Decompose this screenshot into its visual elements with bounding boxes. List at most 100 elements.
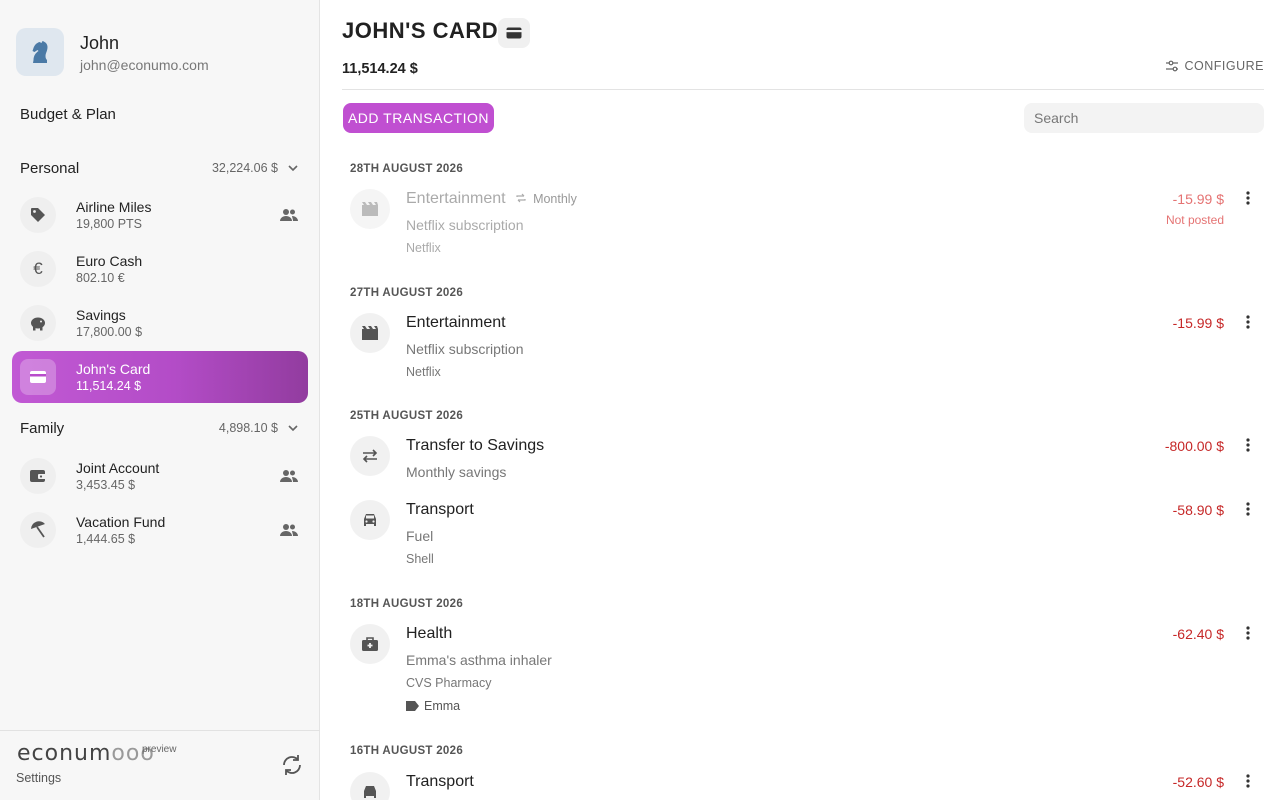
account-balance: 17,800.00 $ xyxy=(76,324,143,339)
account-name: Euro Cash xyxy=(76,252,143,269)
account-balance: 11,514.24 $ xyxy=(342,61,418,77)
transaction-amount: -15.99 $ xyxy=(1172,315,1224,331)
transaction-tag: Emma xyxy=(406,699,460,713)
divider xyxy=(342,89,1264,90)
transaction-row[interactable]: Transfer to Savings Monthly savings -800… xyxy=(342,436,1264,486)
sidebar-footer: econumooo preview Settings xyxy=(0,730,320,800)
account-name: Joint Account xyxy=(76,459,160,476)
user-email: john@econumo.com xyxy=(80,56,209,73)
group-total: 4,898.10 $ xyxy=(218,421,278,435)
account-name: John's Card xyxy=(76,360,151,377)
transaction-description: Monthly savings xyxy=(406,464,507,480)
transaction-category: Health xyxy=(406,625,453,642)
shared-users-icon xyxy=(280,470,298,482)
repeat-icon xyxy=(516,193,526,203)
tag-icon xyxy=(20,197,56,233)
more-vertical-icon[interactable] xyxy=(1242,501,1254,517)
transaction-description: Emma's asthma inhaler xyxy=(406,652,552,668)
account-balance: 1,444.65 $ xyxy=(76,531,136,546)
group-header-family[interactable]: Family 4,898.10 $ xyxy=(20,418,300,438)
credit-card-icon xyxy=(498,18,530,48)
shared-users-icon xyxy=(280,209,298,221)
car-icon xyxy=(350,500,390,540)
account-item-airline-miles[interactable]: Airline Miles 19,800 PTS xyxy=(12,189,308,241)
transaction-category: Entertainment xyxy=(406,314,506,331)
account-item-joint-account[interactable]: Joint Account 3,453.45 $ xyxy=(12,450,308,502)
transaction-description: Fuel xyxy=(406,528,434,544)
sync-icon[interactable] xyxy=(280,753,304,777)
tag-label: Emma xyxy=(424,699,461,713)
account-balance: 3,453.45 $ xyxy=(76,477,136,492)
movie-icon xyxy=(350,313,390,353)
transaction-payee: Netflix xyxy=(406,365,441,379)
date-header: 16TH AUGUST 2026 xyxy=(350,745,464,757)
account-name: Airline Miles xyxy=(76,198,152,215)
group-total: 32,224.06 $ xyxy=(211,161,278,175)
transaction-row[interactable]: Transport -52.60 $ xyxy=(342,772,1264,800)
configure-label: CONFIGURE xyxy=(1184,59,1264,73)
more-vertical-icon[interactable] xyxy=(1242,437,1254,453)
search-input[interactable] xyxy=(1024,103,1264,133)
avatar xyxy=(16,28,64,76)
label-icon xyxy=(406,701,419,711)
transaction-description: Netflix subscription xyxy=(406,217,524,233)
account-item-vacation-fund[interactable]: Vacation Fund 1,444.65 $ xyxy=(12,504,308,556)
group-title: Family xyxy=(20,419,65,437)
transaction-category: Transport xyxy=(406,773,474,790)
sidebar: John john@econumo.com Budget & Plan Pers… xyxy=(0,0,320,800)
group-title: Personal xyxy=(20,159,80,177)
more-vertical-icon[interactable] xyxy=(1242,314,1254,330)
budget-plan-link[interactable]: Budget & Plan xyxy=(20,106,116,123)
shared-users-icon xyxy=(280,524,298,536)
movie-icon xyxy=(350,189,390,229)
recurring-label: Monthly xyxy=(533,192,577,206)
more-vertical-icon[interactable] xyxy=(1242,625,1254,641)
account-item-johns-card[interactable]: John's Card 11,514.24 $ xyxy=(12,351,308,403)
transaction-payee: Netflix xyxy=(406,241,441,255)
chevron-down-icon xyxy=(288,425,298,432)
chess-knight-icon xyxy=(32,41,48,63)
user-profile[interactable]: John john@econumo.com xyxy=(16,28,209,76)
transaction-payee: CVS Pharmacy xyxy=(406,676,492,690)
date-header: 27TH AUGUST 2026 xyxy=(350,287,464,299)
settings-link[interactable]: Settings xyxy=(16,771,61,785)
transaction-amount: -800.00 $ xyxy=(1164,438,1224,454)
more-vertical-icon[interactable] xyxy=(1242,190,1254,206)
transaction-row[interactable]: Health Emma's asthma inhaler CVS Pharmac… xyxy=(342,624,1264,719)
account-balance: 802.10 € xyxy=(76,270,125,285)
transaction-row[interactable]: Transport Fuel Shell -58.90 $ xyxy=(342,500,1264,570)
date-header: 18TH AUGUST 2026 xyxy=(350,598,464,610)
preview-badge: preview xyxy=(142,744,177,755)
group-header-personal[interactable]: Personal 32,224.06 $ xyxy=(20,158,300,178)
transaction-category: Transfer to Savings xyxy=(406,437,545,454)
date-header: 25TH AUGUST 2026 xyxy=(350,410,464,422)
page-title: JOHN'S CARD xyxy=(342,18,499,43)
account-item-euro-cash[interactable]: € Euro Cash 802.10 € xyxy=(12,243,308,295)
add-transaction-button[interactable]: ADD TRANSACTION xyxy=(343,103,494,133)
more-vertical-icon[interactable] xyxy=(1242,773,1254,789)
transaction-category: Transport xyxy=(406,501,474,518)
app-logo: econumooo xyxy=(17,741,155,766)
date-header: 28TH AUGUST 2026 xyxy=(350,163,464,175)
account-balance: 11,514.24 $ xyxy=(76,378,142,393)
chevron-down-icon xyxy=(288,165,298,172)
euro-icon: € xyxy=(20,251,56,287)
account-item-savings[interactable]: Savings 17,800.00 $ xyxy=(12,297,308,349)
transaction-amount: -58.90 $ xyxy=(1172,502,1224,518)
piggy-bank-icon xyxy=(20,305,56,341)
transaction-row[interactable]: Entertainment Monthly Netflix subscripti… xyxy=(342,189,1264,259)
configure-button[interactable]: CONFIGURE xyxy=(1165,59,1265,73)
transaction-amount: -52.60 $ xyxy=(1172,774,1224,790)
user-name: John xyxy=(80,32,120,53)
beach-umbrella-icon xyxy=(20,512,56,548)
wallet-icon xyxy=(20,458,56,494)
transaction-description: Netflix subscription xyxy=(406,341,524,357)
medical-bag-icon xyxy=(350,624,390,664)
transaction-amount: -15.99 $ xyxy=(1172,191,1224,207)
account-name: Vacation Fund xyxy=(76,513,166,530)
car-icon xyxy=(350,772,390,800)
tune-icon xyxy=(1165,60,1178,72)
transaction-payee: Shell xyxy=(406,552,434,566)
transaction-row[interactable]: Entertainment Netflix subscription Netfl… xyxy=(342,313,1264,383)
transaction-amount: -62.40 $ xyxy=(1172,626,1224,642)
